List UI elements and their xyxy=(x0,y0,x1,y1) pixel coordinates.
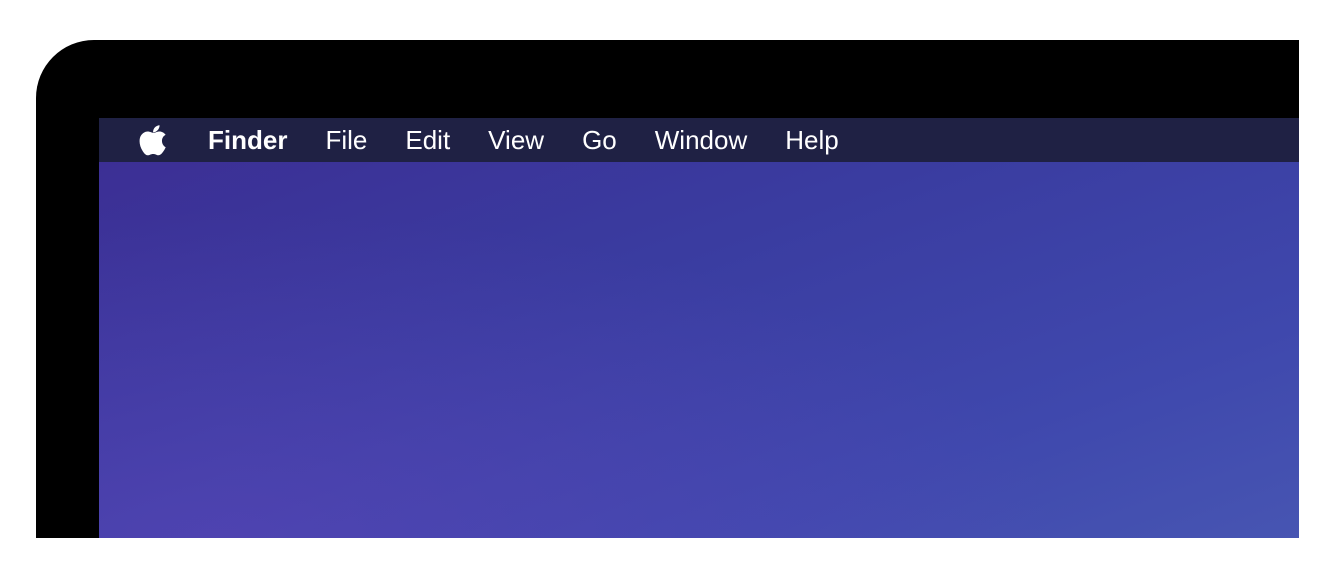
apple-logo-icon xyxy=(139,125,166,156)
menu-view[interactable]: View xyxy=(469,118,563,162)
apple-menu-icon[interactable] xyxy=(99,118,189,162)
menu-bar: Finder File Edit View Go Window Help xyxy=(99,118,1299,162)
menu-app-finder[interactable]: Finder xyxy=(189,118,306,162)
menu-window[interactable]: Window xyxy=(636,118,766,162)
menu-edit[interactable]: Edit xyxy=(386,118,469,162)
menu-go[interactable]: Go xyxy=(563,118,636,162)
menu-file[interactable]: File xyxy=(306,118,386,162)
menu-help[interactable]: Help xyxy=(766,118,857,162)
desktop-screen: Finder File Edit View Go Window Help xyxy=(99,118,1299,538)
